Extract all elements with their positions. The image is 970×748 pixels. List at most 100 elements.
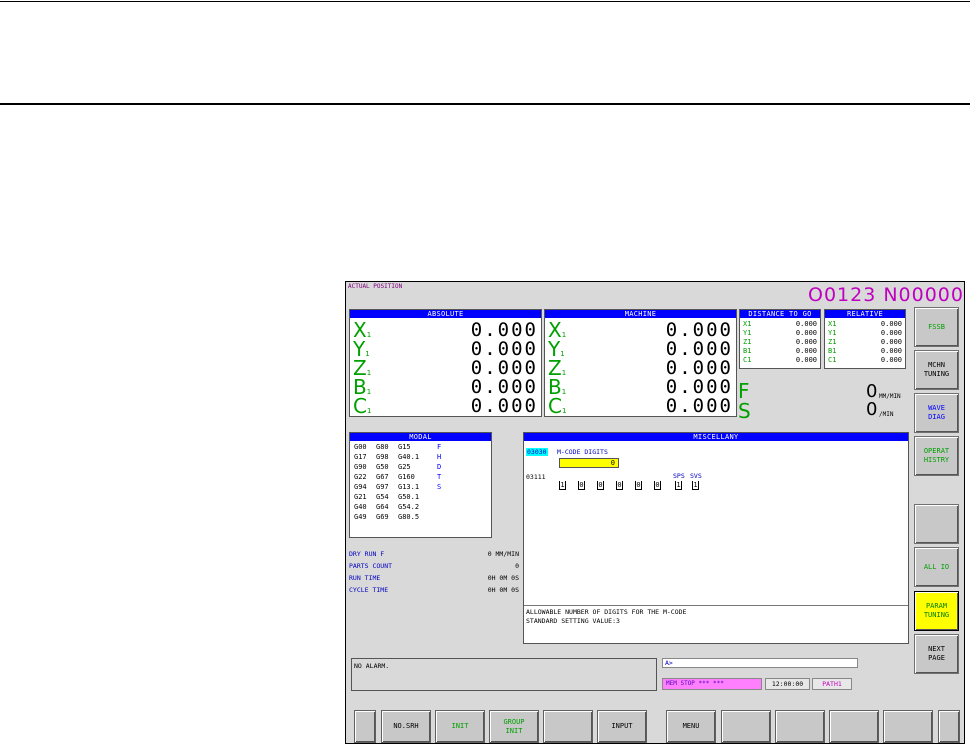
- modal-code: G25: [398, 463, 411, 471]
- status-time: 12:00:00: [765, 678, 810, 690]
- miscellany-header: MISCELLANY: [524, 433, 908, 441]
- machine-axis-y: Y1 0.000: [545, 337, 736, 361]
- softkey-blank-2[interactable]: [721, 710, 771, 743]
- machine-axis-x: X1 0.000: [545, 318, 736, 342]
- absolute-header: ABSOLUTE: [350, 310, 541, 318]
- softkey-blank-1[interactable]: [543, 710, 593, 743]
- softkey-mchn-tuning[interactable]: MCHN TUNING: [914, 350, 959, 390]
- param-bit[interactable]: 0: [616, 481, 623, 490]
- softkey-blank-5[interactable]: [883, 710, 933, 743]
- modal-code: G67: [376, 473, 389, 481]
- axis-value: 0.000: [665, 395, 733, 417]
- spindle-letter: S: [738, 399, 751, 423]
- machine-panel: MACHINE X1 0.000 Y1 0.000 Z1 0.000 B1 0.…: [544, 309, 737, 417]
- modal-code: G54: [376, 493, 389, 501]
- param-bit[interactable]: 1: [692, 481, 699, 490]
- modal-letter-f: F: [437, 443, 442, 451]
- modal-code: G69: [376, 513, 389, 521]
- modal-code: G160: [398, 473, 415, 481]
- softkey-empty[interactable]: [914, 504, 959, 544]
- cycle-time-value: 0H 0M 0S: [487, 586, 519, 594]
- dry-run-label: DRY RUN F: [349, 550, 385, 558]
- softkey-all-io[interactable]: ALL IO: [914, 547, 959, 587]
- modal-code: G64: [376, 503, 389, 511]
- softkey-input[interactable]: INPUT: [597, 710, 647, 743]
- modal-code: G50.1: [398, 493, 420, 501]
- rel-row-z: Z1 0.000: [828, 338, 902, 346]
- cycle-time-label: CYCLE TIME: [349, 586, 389, 594]
- distance-to-go-panel: DISTANCE TO GO X1 0.000 Y1 0.000 Z1 0.000 B…: [739, 309, 821, 369]
- absolute-axis-b: B1 0.000: [350, 375, 541, 399]
- dtg-row-y: Y1 0.000: [743, 329, 817, 337]
- softkey-left-return[interactable]: [354, 710, 376, 743]
- status-bar: MEM STOP *** *** 12:00:00 PATH1: [662, 678, 858, 690]
- modal-panel: MODAL G00 G80 G15 G17 G98 G40.1 G90 G50 …: [349, 432, 492, 538]
- param-bit[interactable]: 0: [635, 481, 642, 490]
- param-bit[interactable]: 0: [597, 481, 604, 490]
- softkey-wave-diag[interactable]: WAVE DIAG: [914, 393, 959, 433]
- param-bit[interactable]: 0: [578, 481, 585, 490]
- modal-code: G17: [354, 453, 367, 461]
- machine-axis-c: C1 0.000: [545, 394, 736, 417]
- description-line-2: STANDARD SETTING VALUE:3: [526, 617, 620, 625]
- axis-value: 0.000: [470, 395, 538, 417]
- softkey-right-continue[interactable]: [938, 710, 960, 743]
- page-top-rule: [0, 1, 970, 2]
- param-value-input[interactable]: 0: [559, 458, 619, 468]
- axis-label: C1: [548, 394, 567, 417]
- machine-axis-b: B1 0.000: [545, 375, 736, 399]
- softkey-group-init[interactable]: GROUP INIT: [489, 710, 539, 743]
- absolute-axis-c: C1 0.000: [350, 394, 541, 417]
- relative-panel: RELATIVE X1 0.000 Y1 0.000 Z1 0.000 B1 0.000…: [824, 309, 906, 369]
- description-line-1: ALLOWABLE NUMBER OF DIGITS FOR THE M-COD…: [526, 608, 687, 616]
- status-motion: ***: [698, 680, 710, 687]
- parts-count-label: PARTS COUNT: [349, 562, 393, 570]
- description-divider: [524, 605, 908, 606]
- key-input-line[interactable]: A>: [662, 658, 858, 668]
- rel-row-c: C1 0.000: [828, 356, 902, 364]
- cnc-screen: ACTUAL POSITION O0123 N00000 ABSOLUTE X1…: [345, 281, 965, 744]
- softkey-menu[interactable]: MENU: [666, 710, 716, 743]
- modal-code: G13.1: [398, 483, 420, 491]
- bit-label-sps: SPS: [673, 472, 685, 480]
- rel-row-b: B1 0.000: [828, 347, 902, 355]
- modal-code: G50: [376, 463, 389, 471]
- modal-code: G22: [354, 473, 367, 481]
- spindle-value: 0: [866, 399, 878, 420]
- modal-letter-d: D: [437, 463, 442, 471]
- run-time-value: 0H 0M 0S: [487, 574, 519, 582]
- modal-header: MODAL: [350, 433, 491, 441]
- modal-code: G90: [354, 463, 367, 471]
- dtg-row-x: X1 0.000: [743, 320, 817, 328]
- softkey-param-tuning[interactable]: PARAM TUNING: [914, 591, 959, 631]
- modal-code: G00: [354, 443, 367, 451]
- param-bit[interactable]: 1: [559, 481, 566, 490]
- status-extra: ***: [713, 680, 724, 687]
- spindle-unit: /MIN: [879, 411, 894, 418]
- modal-code: G49: [354, 513, 367, 521]
- miscellany-panel: MISCELLANY 03030 M-CODE DIGITS 0 03111 S…: [523, 432, 909, 644]
- softkey-fssb[interactable]: FSSB: [914, 307, 959, 347]
- alarm-message: NO ALARM.: [354, 662, 390, 670]
- screen-title: ACTUAL POSITION: [348, 283, 403, 290]
- softkey-blank-3[interactable]: [775, 710, 825, 743]
- softkey-blank-4[interactable]: [829, 710, 879, 743]
- softkey-no-srh[interactable]: NO.SRH: [381, 710, 431, 743]
- parts-count-value: 0: [515, 562, 519, 570]
- modal-code: G21: [354, 493, 367, 501]
- axis-label: C1: [353, 394, 372, 417]
- dtg-row-c: C1 0.000: [743, 356, 817, 364]
- softkey-operat-histry[interactable]: OPERAT HISTRY: [914, 436, 959, 476]
- param-number-3030[interactable]: 03030: [526, 448, 548, 456]
- modal-code: G54.2: [398, 503, 420, 511]
- param-bit[interactable]: 1: [675, 481, 682, 490]
- program-sequence-number: O0123 N00000: [807, 284, 964, 306]
- modal-code: G40: [354, 503, 367, 511]
- param-name-m-code-digits: M-CODE DIGITS: [557, 448, 608, 456]
- softkey-init[interactable]: INIT: [435, 710, 485, 743]
- alarm-box: NO ALARM.: [351, 658, 657, 691]
- modal-letter-s: S: [437, 483, 442, 491]
- softkey-next-page[interactable]: NEXT PAGE: [914, 634, 959, 674]
- param-bit[interactable]: 0: [654, 481, 661, 490]
- dtg-row-b: B1 0.000: [743, 347, 817, 355]
